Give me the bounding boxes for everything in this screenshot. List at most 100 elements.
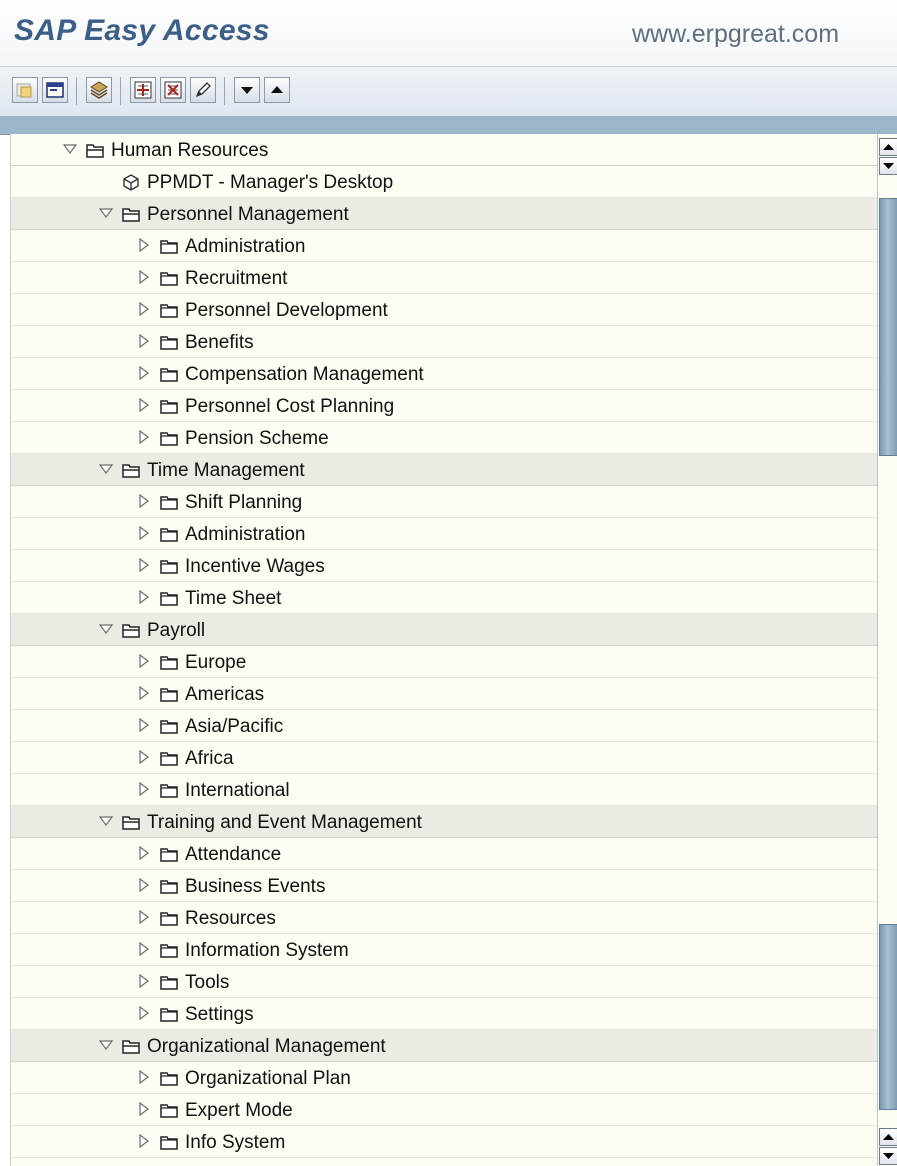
tree-folder-row[interactable]: Benefits (11, 326, 877, 358)
tree-folder-row[interactable]: Africa (11, 742, 877, 774)
expand-triangle-icon[interactable] (137, 686, 151, 700)
tree-folder-row[interactable]: Business Events (11, 870, 877, 902)
tree-node-label: Attendance (185, 844, 282, 865)
tree-node-label: Recruitment (185, 268, 288, 289)
add-favorite-button[interactable] (130, 77, 156, 103)
tree-folder-row[interactable]: Tools (11, 966, 877, 998)
folder-closed-icon (160, 528, 178, 542)
add-favorite-icon (134, 81, 152, 99)
tree-node-label: Asia/Pacific (185, 716, 284, 737)
expand-triangle-icon[interactable] (137, 334, 151, 348)
expand-triangle-icon[interactable] (137, 526, 151, 540)
tree-folder-row[interactable]: Organizational Management (11, 1030, 877, 1062)
favorites-button[interactable] (86, 77, 112, 103)
tree-folder-row[interactable]: Pension Scheme (11, 422, 877, 454)
tree-folder-row[interactable]: Information System (11, 934, 877, 966)
sap-menu-button[interactable] (42, 77, 68, 103)
tree-folder-row[interactable]: Personnel Cost Planning (11, 390, 877, 422)
tree-folder-row[interactable]: Time Management (11, 454, 877, 486)
tree-folder-row[interactable]: Tools (11, 1158, 877, 1166)
tree-folder-row[interactable]: Shift Planning (11, 486, 877, 518)
tree-folder-row[interactable]: Compensation Management (11, 358, 877, 390)
tree-folder-row[interactable]: Asia/Pacific (11, 710, 877, 742)
folder-closed-icon (160, 848, 178, 862)
delete-favorite-button[interactable] (160, 77, 186, 103)
expand-triangle-icon[interactable] (137, 974, 151, 988)
vertical-scrollbar[interactable] (877, 134, 897, 1166)
arrow-up-icon (883, 1134, 894, 1140)
expand-triangle-icon[interactable] (137, 494, 151, 508)
tree-folder-row[interactable]: Settings (11, 998, 877, 1030)
folder-open-icon (122, 1040, 140, 1054)
folder-open-icon (122, 208, 140, 222)
expand-triangle-icon[interactable] (137, 430, 151, 444)
collapse-triangle-icon[interactable] (63, 142, 77, 156)
expand-triangle-icon[interactable] (137, 302, 151, 316)
tree-folder-row[interactable]: Europe (11, 646, 877, 678)
expand-triangle-icon[interactable] (137, 654, 151, 668)
scroll-page-down-button[interactable] (879, 157, 897, 175)
tree-node-label: Time Management (147, 460, 305, 481)
tree-folder-row[interactable]: Human Resources (11, 134, 877, 166)
tree-folder-row[interactable]: Resources (11, 902, 877, 934)
expand-triangle-icon[interactable] (137, 718, 151, 732)
tree-folder-row[interactable]: Expert Mode (11, 1094, 877, 1126)
tree-node-label: Info System (185, 1132, 286, 1153)
tree-node-label: Human Resources (111, 140, 269, 161)
collapse-triangle-icon[interactable] (99, 622, 113, 636)
tree-folder-row[interactable]: Administration (11, 518, 877, 550)
expand-triangle-icon[interactable] (137, 782, 151, 796)
collapse-triangle-icon[interactable] (99, 462, 113, 476)
move-down-button[interactable] (234, 77, 260, 103)
expand-triangle-icon[interactable] (137, 1134, 151, 1148)
expand-triangle-icon[interactable] (137, 942, 151, 956)
tree-folder-row[interactable]: Personnel Development (11, 294, 877, 326)
toolbar-separator (76, 77, 77, 105)
tree-node-label: Business Events (185, 876, 326, 897)
tree-transaction-row[interactable]: PPMDT - Manager's Desktop (11, 166, 877, 198)
expand-triangle-icon[interactable] (137, 1006, 151, 1020)
expand-triangle-icon[interactable] (137, 558, 151, 572)
tree-folder-row[interactable]: International (11, 774, 877, 806)
scroll-up-button[interactable] (879, 1128, 897, 1146)
expand-triangle-icon[interactable] (137, 366, 151, 380)
scroll-thumb[interactable] (879, 198, 897, 456)
change-favorite-button[interactable] (190, 77, 216, 103)
expand-triangle-icon[interactable] (137, 910, 151, 924)
other-menu-button[interactable] (12, 77, 38, 103)
expand-triangle-icon[interactable] (137, 590, 151, 604)
tree-folder-row[interactable]: Recruitment (11, 262, 877, 294)
tree-node-label: Incentive Wages (185, 556, 325, 577)
expand-triangle-icon[interactable] (137, 1102, 151, 1116)
move-up-button[interactable] (264, 77, 290, 103)
expand-triangle-icon[interactable] (137, 398, 151, 412)
toolbar-separator (224, 77, 225, 105)
collapse-triangle-icon[interactable] (99, 814, 113, 828)
expand-triangle-icon[interactable] (137, 750, 151, 764)
tree-folder-row[interactable]: Attendance (11, 838, 877, 870)
tree-folder-row[interactable]: Training and Event Management (11, 806, 877, 838)
scroll-page-up-button[interactable] (879, 138, 897, 156)
tree-folder-row[interactable]: Organizational Plan (11, 1062, 877, 1094)
collapse-triangle-icon[interactable] (99, 1038, 113, 1052)
tree-folder-row[interactable]: Payroll (11, 614, 877, 646)
scroll-thumb-lower[interactable] (879, 924, 897, 1110)
tree-folder-row[interactable]: Incentive Wages (11, 550, 877, 582)
scroll-down-button[interactable] (879, 1147, 897, 1165)
expand-triangle-icon[interactable] (137, 1070, 151, 1084)
tree-folder-row[interactable]: Personnel Management (11, 198, 877, 230)
collapse-triangle-icon[interactable] (99, 206, 113, 220)
folder-open-icon (86, 144, 104, 158)
tree-folder-row[interactable]: Americas (11, 678, 877, 710)
tree-node-label: Administration (185, 524, 306, 545)
tree-folder-row[interactable]: Info System (11, 1126, 877, 1158)
tree-node-label: Personnel Development (185, 300, 388, 321)
tree-folder-row[interactable]: Administration (11, 230, 877, 262)
tree-node-label: Resources (185, 908, 276, 929)
tree-node-label: Pension Scheme (185, 428, 329, 449)
expand-triangle-icon[interactable] (137, 846, 151, 860)
expand-triangle-icon[interactable] (137, 238, 151, 252)
expand-triangle-icon[interactable] (137, 270, 151, 284)
tree-folder-row[interactable]: Time Sheet (11, 582, 877, 614)
expand-triangle-icon[interactable] (137, 878, 151, 892)
